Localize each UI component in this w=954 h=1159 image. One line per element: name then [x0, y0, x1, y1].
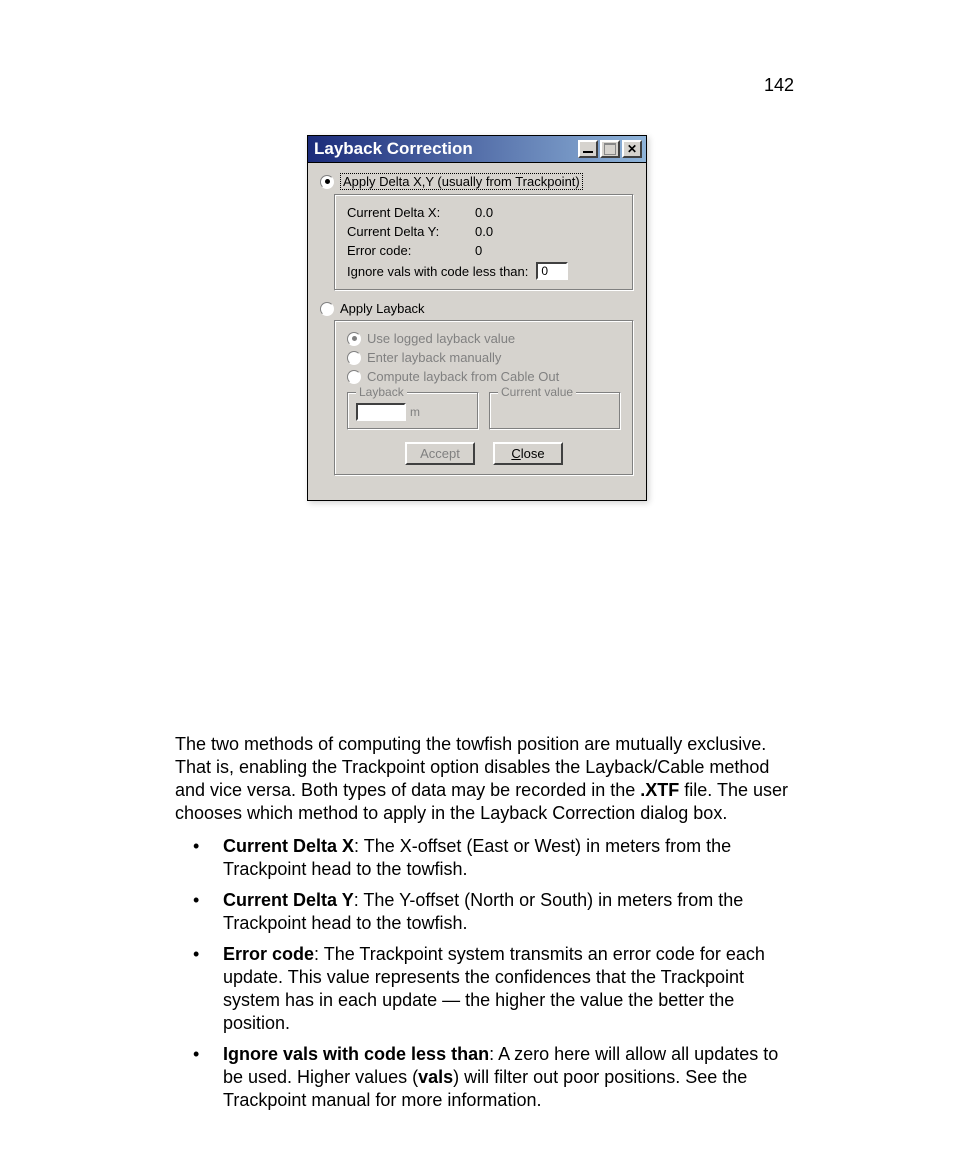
current-delta-x-value: 0.0	[475, 205, 493, 220]
current-value-group: Current value	[489, 392, 621, 430]
radio-icon	[347, 351, 361, 365]
bullet-error-code: Error code: The Trackpoint system transm…	[175, 943, 789, 1035]
ignore-vals-label: Ignore vals with code less than:	[347, 264, 528, 279]
ignore-vals-row: Ignore vals with code less than: 0	[347, 262, 621, 280]
titlebar: Layback Correction ✕	[307, 135, 647, 162]
maximize-button	[600, 140, 620, 158]
layback-field-group: Layback m	[347, 392, 479, 430]
radio-enter-manually-label: Enter layback manually	[367, 350, 501, 365]
radio-apply-layback-label: Apply Layback	[340, 301, 425, 316]
radio-apply-delta-label: Apply Delta X,Y (usually from Trackpoint…	[340, 173, 583, 190]
bullet-delta-y-term: Current Delta Y	[223, 890, 354, 910]
bullet-error-code-term: Error code	[223, 944, 314, 964]
bullet-list: Current Delta X: The X-offset (East or W…	[175, 835, 789, 1112]
intro-paragraph: The two methods of computing the towfish…	[175, 733, 789, 825]
bullet-ignore-vals-bold: vals	[418, 1067, 453, 1087]
layback-correction-dialog: Layback Correction ✕ Apply Delta X,Y (us…	[307, 135, 647, 501]
xtf-bold: .XTF	[640, 780, 679, 800]
current-delta-y-row: Current Delta Y: 0.0	[347, 224, 621, 239]
radio-use-logged: Use logged layback value	[347, 331, 621, 346]
radio-icon	[347, 370, 361, 384]
ignore-vals-input[interactable]: 0	[536, 262, 568, 280]
dialog-client-area: Apply Delta X,Y (usually from Trackpoint…	[307, 162, 647, 501]
close-rest: lose	[521, 446, 545, 461]
bullet-delta-x: Current Delta X: The X-offset (East or W…	[175, 835, 789, 881]
radio-compute-cable-label: Compute layback from Cable Out	[367, 369, 559, 384]
bullet-ignore-term: Ignore vals with code less than	[223, 1044, 489, 1064]
radio-enter-manually: Enter layback manually	[347, 350, 621, 365]
close-icon: ✕	[627, 142, 637, 156]
radio-use-logged-label: Use logged layback value	[367, 331, 515, 346]
dialog-screenshot: Layback Correction ✕ Apply Delta X,Y (us…	[307, 135, 647, 501]
current-delta-y-label: Current Delta Y:	[347, 224, 475, 239]
radio-compute-cable: Compute layback from Cable Out	[347, 369, 621, 384]
bullet-delta-y: Current Delta Y: The Y-offset (North or …	[175, 889, 789, 935]
maximize-icon	[604, 143, 616, 155]
radio-icon	[347, 332, 361, 346]
current-delta-x-label: Current Delta X:	[347, 205, 475, 220]
current-delta-x-row: Current Delta X: 0.0	[347, 205, 621, 220]
close-dialog-button[interactable]: Close	[493, 442, 563, 465]
body-text: The two methods of computing the towfish…	[175, 733, 789, 1120]
layback-input	[356, 403, 406, 421]
minimize-icon	[583, 151, 593, 153]
error-code-value: 0	[475, 243, 482, 258]
page-number: 142	[764, 75, 794, 96]
layback-unit: m	[410, 405, 420, 419]
dialog-title: Layback Correction	[314, 139, 578, 159]
current-delta-y-value: 0.0	[475, 224, 493, 239]
minimize-button[interactable]	[578, 140, 598, 158]
close-mnemonic: C	[511, 446, 520, 461]
delta-groupbox: Current Delta X: 0.0 Current Delta Y: 0.…	[334, 194, 634, 291]
radio-apply-layback[interactable]: Apply Layback	[320, 301, 634, 316]
error-code-label: Error code:	[347, 243, 475, 258]
radio-icon	[320, 302, 334, 316]
bullet-ignore-vals: Ignore vals with code less than: A zero …	[175, 1043, 789, 1112]
radio-apply-delta[interactable]: Apply Delta X,Y (usually from Trackpoint…	[320, 173, 634, 190]
radio-icon	[320, 175, 334, 189]
accept-button: Accept	[405, 442, 475, 465]
current-value-legend: Current value	[498, 385, 576, 399]
close-button[interactable]: ✕	[622, 140, 642, 158]
error-code-row: Error code: 0	[347, 243, 621, 258]
bullet-delta-x-term: Current Delta X	[223, 836, 354, 856]
layback-legend: Layback	[356, 385, 407, 399]
layback-groupbox: Use logged layback value Enter layback m…	[334, 320, 634, 476]
